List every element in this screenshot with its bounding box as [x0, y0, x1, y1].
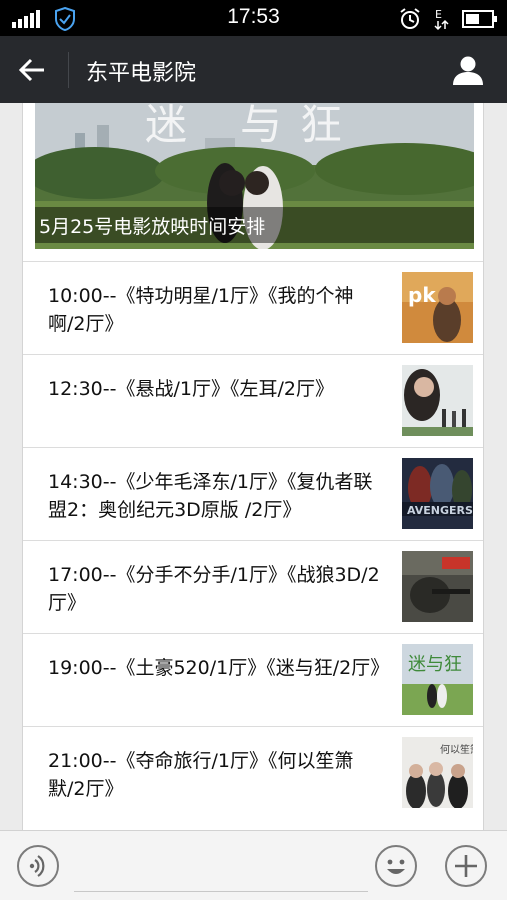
schedule-text: 12:30--《悬战/1厅》《左耳/2厅》	[48, 378, 334, 400]
schedule-text: 19:00--《土豪520/1厅》《迷与狂/2厅》	[48, 657, 390, 679]
svg-text:迷: 迷	[145, 103, 187, 149]
movie-thumbnail	[402, 551, 473, 622]
schedule-text: 10:00--《特功明星/1厅》《我的个神啊/2厅》	[48, 285, 354, 335]
message-input[interactable]	[74, 845, 368, 892]
alarm-icon	[400, 8, 420, 29]
title-bar: 东平电影院	[0, 36, 507, 103]
svg-text:狂: 狂	[300, 103, 342, 149]
schedule-row[interactable]: 12:30--《悬战/1厅》《左耳/2厅》	[23, 354, 483, 447]
schedule-row[interactable]: 19:00--《土豪520/1厅》《迷与狂/2厅》 迷与狂	[23, 633, 483, 726]
schedule-row[interactable]: 10:00--《特功明星/1厅》《我的个神啊/2厅》 pk	[23, 261, 483, 354]
page-title: 东平电影院	[86, 61, 197, 86]
schedule-text: 14:30--《少年毛泽东/1厅》《复仇者联盟2：奥创纪元3D原版 /2厅》	[48, 471, 373, 521]
plus-icon	[455, 855, 477, 877]
data-transfer-icon: E	[434, 8, 449, 31]
more-options-button[interactable]	[445, 845, 487, 887]
cover-caption: 5月25号电影放映时间安排	[39, 216, 266, 238]
article-content: 迷 与 狂 5月25号电影放映时间安排 10:00--《特功明星/1厅》《我的个…	[22, 103, 484, 830]
movie-thumbnail: AVENGERS	[402, 458, 473, 529]
schedule-row[interactable]: 17:00--《分手不分手/1厅》《战狼3D/2厅》	[23, 540, 483, 633]
schedule-card: 迷 与 狂 5月25号电影放映时间安排 10:00--《特功明星/1厅》《我的个…	[22, 103, 484, 830]
cover-caption-bar: 5月25号电影放映时间安排	[35, 207, 474, 243]
movie-thumbnail: pk	[402, 272, 473, 343]
profile-icon[interactable]	[450, 54, 486, 86]
voice-input-button[interactable]	[17, 845, 59, 887]
title-divider	[68, 52, 69, 88]
emoji-button[interactable]	[375, 845, 417, 887]
schedule-text: 17:00--《分手不分手/1厅》《战狼3D/2厅》	[48, 564, 380, 614]
svg-text:pk: pk	[408, 283, 436, 307]
svg-text:何以笙箫默: 何以笙箫默	[440, 743, 473, 756]
battery-icon	[462, 10, 497, 28]
status-bar: 17:53 E	[0, 0, 507, 36]
schedule-row[interactable]: 21:00--《夺命旅行/1厅》《何以笙箫默/2厅》 何以笙箫默	[23, 726, 483, 819]
chat-input-bar	[0, 830, 507, 900]
svg-text:E: E	[435, 8, 442, 21]
schedule-text: 21:00--《夺命旅行/1厅》《何以笙箫默/2厅》	[48, 750, 354, 800]
svg-text:与: 与	[240, 103, 282, 149]
movie-thumbnail	[402, 365, 473, 436]
voice-icon	[29, 855, 45, 877]
cover-image[interactable]: 迷 与 狂 5月25号电影放映时间安排	[35, 103, 474, 249]
emoji-icon	[387, 859, 405, 874]
svg-text:AVENGERS: AVENGERS	[407, 504, 473, 517]
schedule-row[interactable]: 14:30--《少年毛泽东/1厅》《复仇者联盟2：奥创纪元3D原版 /2厅》 A…	[23, 447, 483, 540]
movie-thumbnail: 何以笙箫默	[402, 737, 473, 808]
svg-text:迷与狂: 迷与狂	[408, 654, 462, 675]
movie-thumbnail: 迷与狂	[402, 644, 473, 715]
status-time: 17:53	[227, 5, 280, 28]
schedule-list: 10:00--《特功明星/1厅》《我的个神啊/2厅》 pk 12:30--《悬战…	[23, 261, 483, 819]
back-arrow-icon[interactable]	[16, 54, 48, 86]
